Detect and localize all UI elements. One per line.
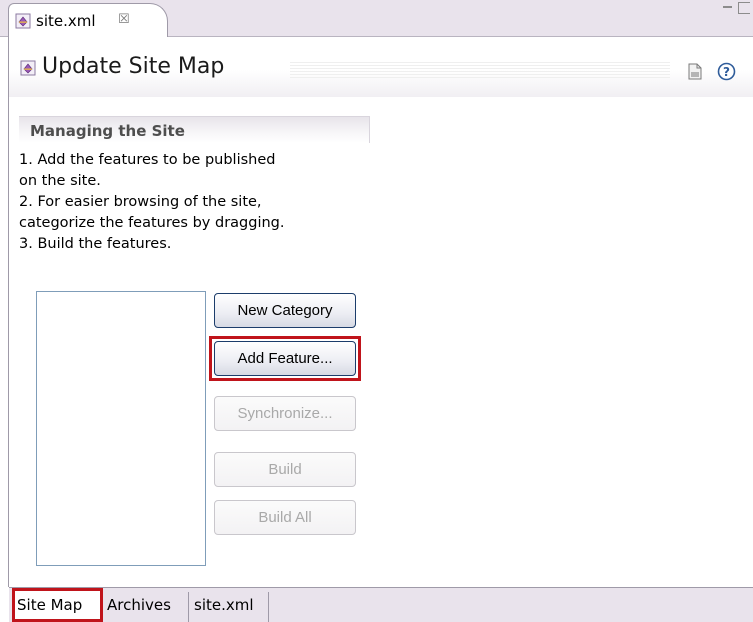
close-icon[interactable]: ☒ <box>118 12 130 27</box>
synchronize-button[interactable]: Synchronize... <box>214 396 356 431</box>
build-button[interactable]: Build <box>214 452 356 487</box>
section-description: 1. Add the features to be published on t… <box>19 150 379 255</box>
editor-tab-title: site.xml <box>36 12 96 30</box>
svg-text:?: ? <box>723 65 730 79</box>
description-line: 2. For easier browsing of the site, <box>19 194 262 210</box>
page-title: Update Site Map <box>42 54 225 79</box>
editor-tab-site-xml[interactable]: site.xml ☒ <box>8 3 168 37</box>
build-all-button[interactable]: Build All <box>214 500 356 535</box>
tab-separator <box>188 592 189 622</box>
maximize-icon[interactable] <box>738 2 750 14</box>
description-line: on the site. <box>19 173 101 189</box>
site-file-icon <box>15 13 31 29</box>
add-feature-button[interactable]: Add Feature... <box>214 341 356 376</box>
window-controls <box>723 2 753 18</box>
tab-site-xml[interactable]: site.xml <box>190 588 268 622</box>
description-line: 3. Build the features. <box>19 236 172 252</box>
binary-build-icon[interactable] <box>688 63 702 80</box>
section-title: Managing the Site <box>30 122 185 140</box>
new-category-button[interactable]: New Category <box>214 293 356 328</box>
description-line: 1. Add the features to be published <box>19 152 276 168</box>
header-decoration <box>290 62 670 78</box>
description-line: categorize the features by dragging. <box>19 215 285 231</box>
minimize-icon[interactable] <box>723 6 732 8</box>
features-tree[interactable] <box>36 291 206 566</box>
tab-site-map[interactable]: Site Map <box>13 588 102 622</box>
update-site-icon <box>20 60 36 76</box>
tab-archives[interactable]: Archives <box>103 588 188 622</box>
tab-separator <box>268 592 269 622</box>
help-icon[interactable]: ? <box>717 62 736 81</box>
